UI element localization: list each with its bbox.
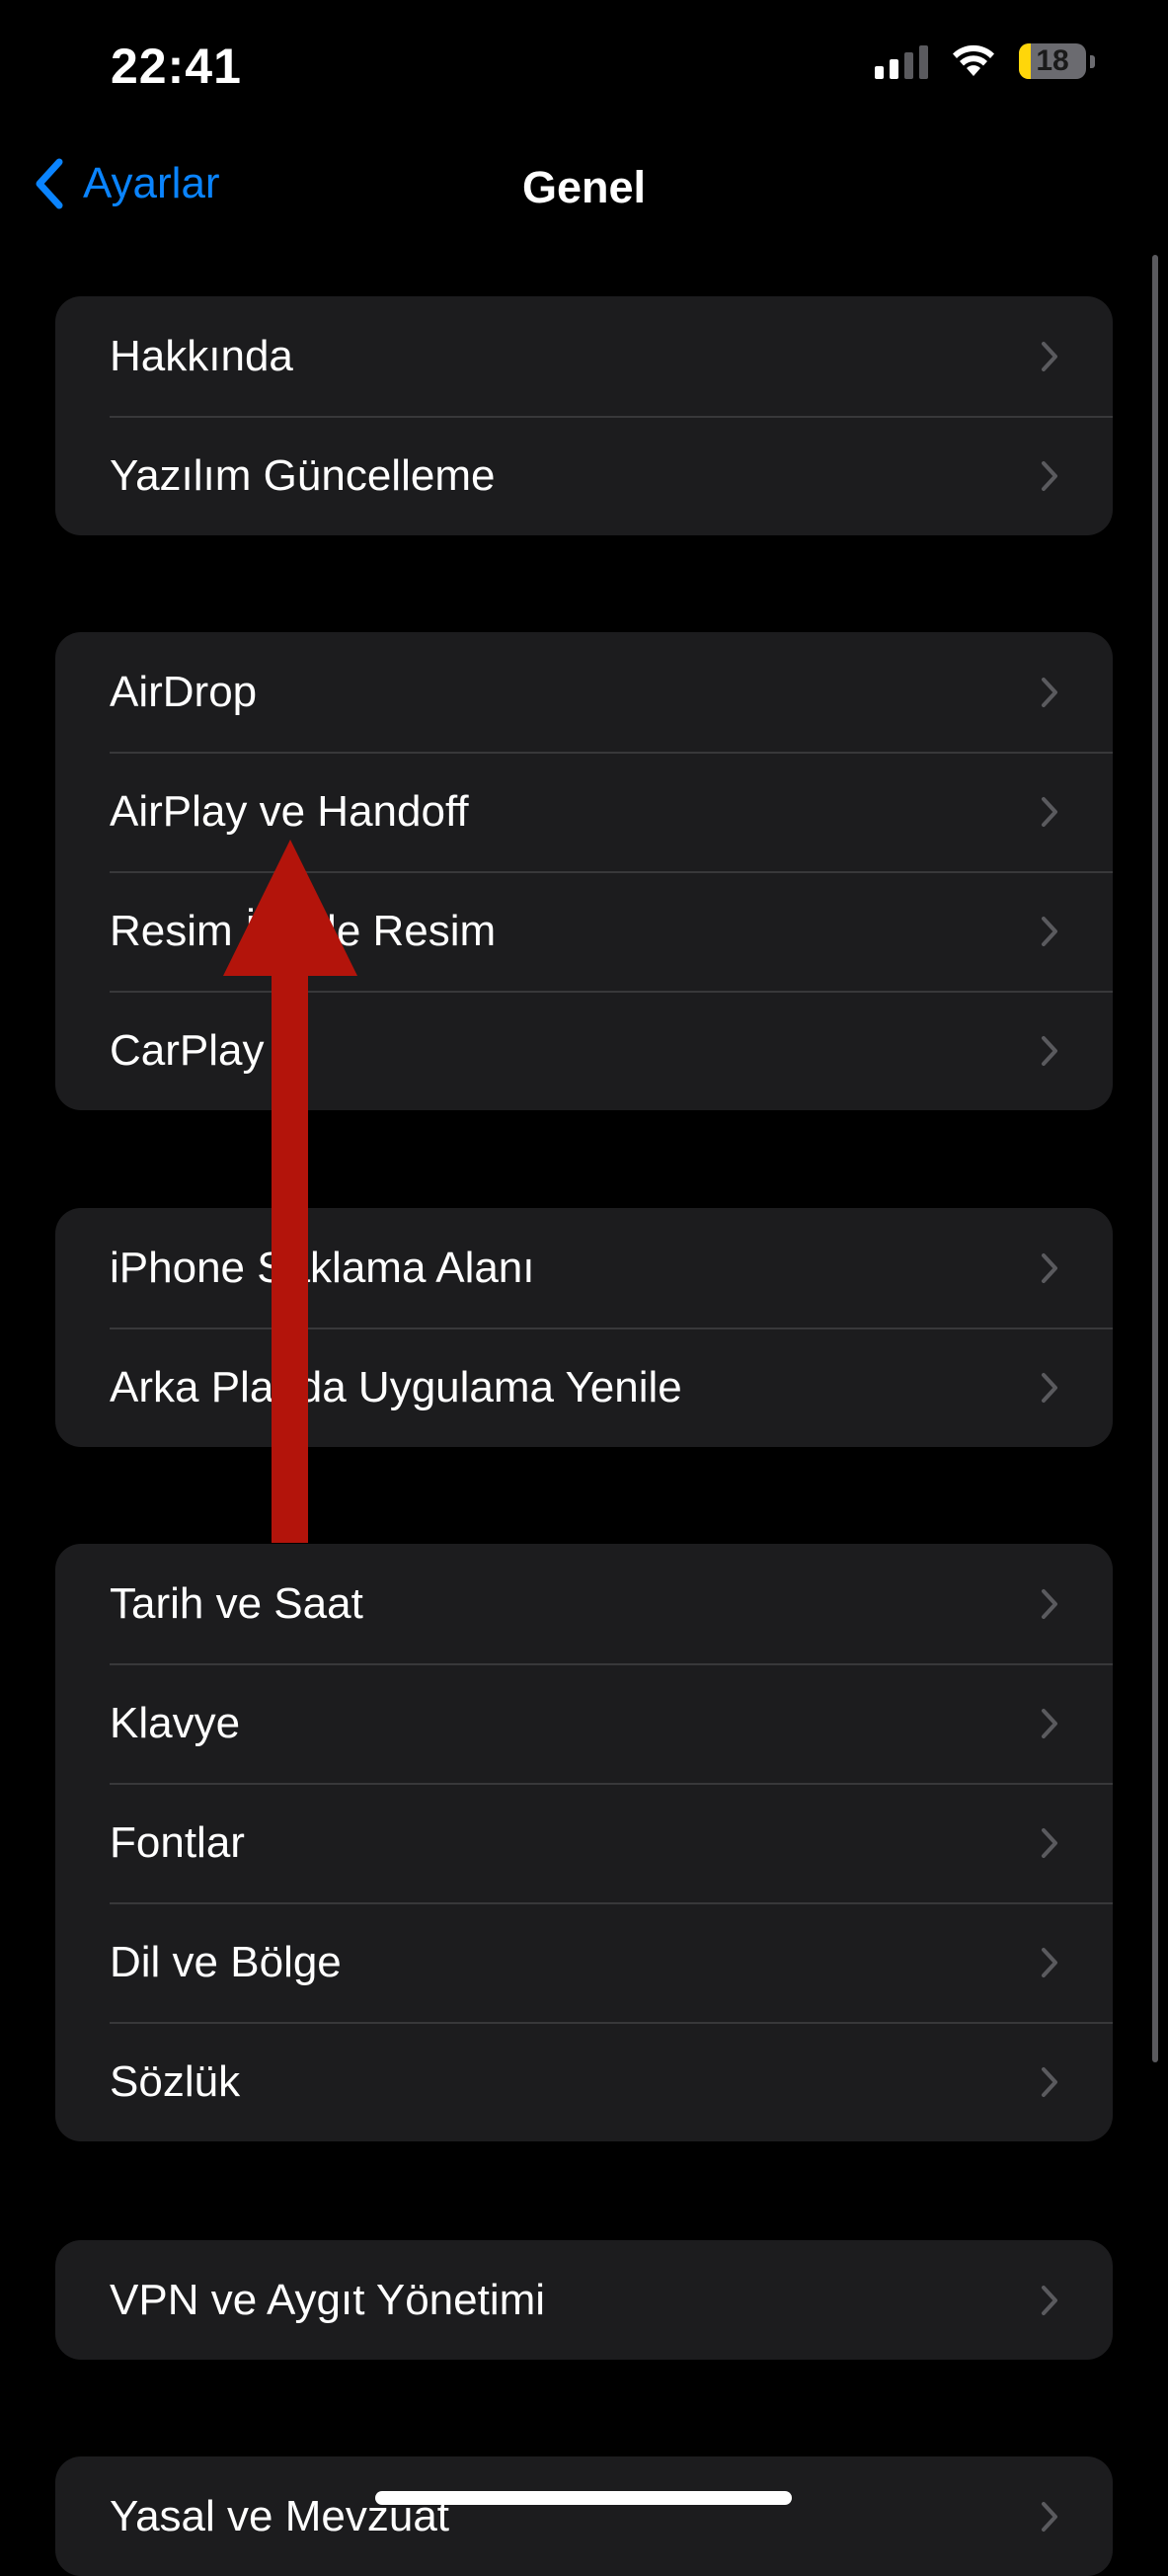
chevron-right-icon xyxy=(1042,1588,1057,1619)
chevron-right-icon xyxy=(1042,2066,1057,2097)
home-indicator xyxy=(375,2491,792,2505)
status-time: 22:41 xyxy=(111,39,242,94)
settings-row-airplay-handoff[interactable]: AirPlay ve Handoff xyxy=(55,752,1113,871)
chevron-right-icon xyxy=(1042,1827,1057,1858)
chevron-right-icon xyxy=(1042,2501,1057,2532)
status-bar: 22:41 18 xyxy=(0,0,1168,138)
chevron-right-icon xyxy=(1042,1372,1057,1403)
chevron-right-icon xyxy=(1042,796,1057,827)
settings-group-storage: iPhone Saklama Alanı Arka Planda Uygulam… xyxy=(55,1208,1113,1447)
row-label: VPN ve Aygıt Yönetimi xyxy=(110,2275,546,2324)
settings-row-about[interactable]: Hakkında xyxy=(55,296,1113,416)
row-label: iPhone Saklama Alanı xyxy=(110,1243,535,1292)
settings-group-connectivity: AirDrop AirPlay ve Handoff Resim İçinde … xyxy=(55,632,1113,1110)
settings-row-date-time[interactable]: Tarih ve Saat xyxy=(55,1544,1113,1663)
chevron-right-icon xyxy=(1042,916,1057,946)
battery-nub xyxy=(1090,54,1095,68)
row-label: Tarih ve Saat xyxy=(110,1578,363,1628)
wifi-icon xyxy=(953,44,994,76)
row-label: CarPlay xyxy=(110,1025,265,1075)
settings-row-software-update[interactable]: Yazılım Güncelleme xyxy=(55,416,1113,535)
battery-level: 18 xyxy=(1036,44,1069,77)
battery-icon: 18 xyxy=(1019,43,1086,79)
row-label: Arka Planda Uygulama Yenile xyxy=(110,1362,682,1411)
navigation-bar: Ayarlar Genel xyxy=(0,138,1168,237)
settings-row-airdrop[interactable]: AirDrop xyxy=(55,632,1113,752)
row-label: AirPlay ve Handoff xyxy=(110,786,469,836)
chevron-right-icon xyxy=(1042,460,1057,491)
cellular-signal-icon xyxy=(875,43,928,79)
row-label: Sözlük xyxy=(110,2056,241,2106)
settings-row-iphone-storage[interactable]: iPhone Saklama Alanı xyxy=(55,1208,1113,1328)
row-label: Hakkında xyxy=(110,331,293,380)
settings-row-dictionary[interactable]: Sözlük xyxy=(55,2022,1113,2141)
settings-group-vpn: VPN ve Aygıt Yönetimi xyxy=(55,2240,1113,2360)
settings-row-legal-regulatory[interactable]: Yasal ve Mevzuat xyxy=(55,2456,1113,2576)
settings-group-locale: Tarih ve Saat Klavye Fontlar Dil ve Bölg… xyxy=(55,1544,1113,2141)
settings-row-language-region[interactable]: Dil ve Bölge xyxy=(55,1902,1113,2022)
chevron-right-icon xyxy=(1042,2285,1057,2315)
chevron-right-icon xyxy=(1042,1708,1057,1738)
settings-row-vpn-device-management[interactable]: VPN ve Aygıt Yönetimi xyxy=(55,2240,1113,2360)
scroll-indicator[interactable] xyxy=(1152,255,1158,2062)
row-label: Yazılım Güncelleme xyxy=(110,450,496,500)
row-label: Resim İçinde Resim xyxy=(110,906,497,955)
page-title: Genel xyxy=(521,162,647,212)
chevron-right-icon xyxy=(1042,1252,1057,1283)
chevron-right-icon xyxy=(1042,1035,1057,1066)
settings-group-legal: Yasal ve Mevzuat xyxy=(55,2456,1113,2576)
settings-row-fonts[interactable]: Fontlar xyxy=(55,1783,1113,1902)
settings-group-about: Hakkında Yazılım Güncelleme xyxy=(55,296,1113,535)
chevron-right-icon xyxy=(1042,1947,1057,1977)
row-label: AirDrop xyxy=(110,667,258,716)
row-label: Dil ve Bölge xyxy=(110,1937,342,1986)
status-icons: 18 xyxy=(875,43,1095,79)
row-label: Klavye xyxy=(110,1698,241,1747)
settings-row-keyboard[interactable]: Klavye xyxy=(55,1663,1113,1783)
chevron-right-icon xyxy=(1042,677,1057,707)
settings-row-background-app-refresh[interactable]: Arka Planda Uygulama Yenile xyxy=(55,1328,1113,1447)
chevron-right-icon xyxy=(1042,341,1057,371)
settings-row-picture-in-picture[interactable]: Resim İçinde Resim xyxy=(55,871,1113,991)
settings-row-carplay[interactable]: CarPlay xyxy=(55,991,1113,1110)
row-label: Fontlar xyxy=(110,1817,245,1867)
